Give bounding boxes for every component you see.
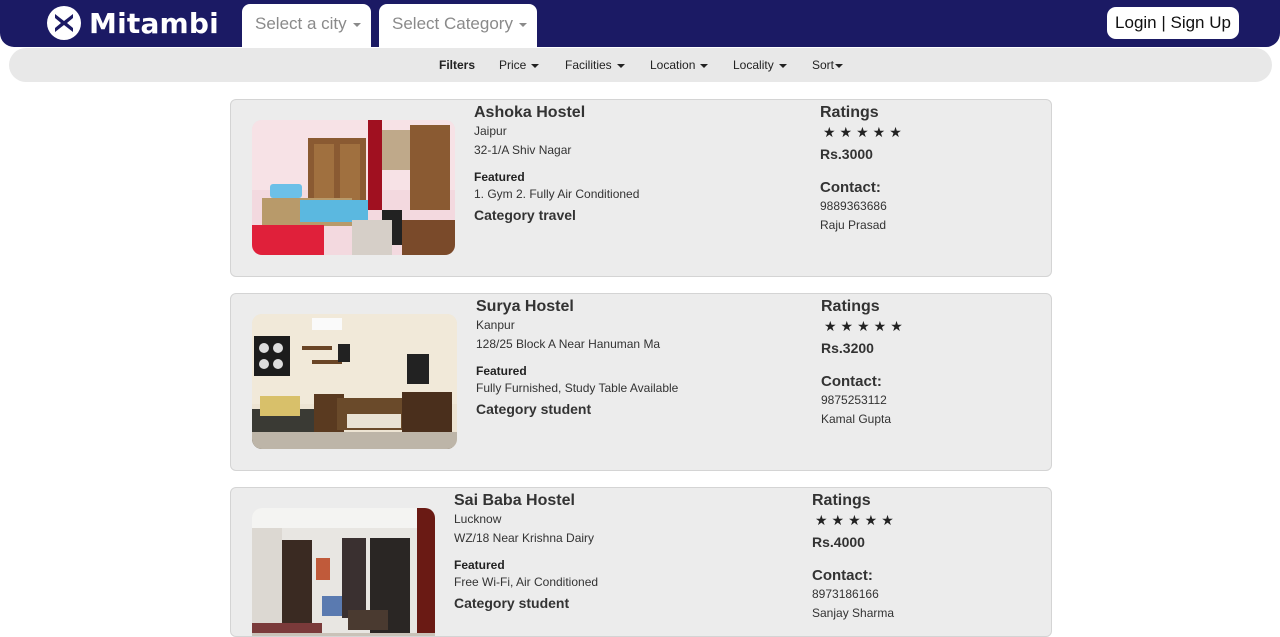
listing-name[interactable]: Surya Hostel (476, 299, 678, 315)
listing-price: Rs.3000 (820, 146, 873, 162)
contact-name: Sanjay Sharma (812, 606, 895, 620)
chevron-down-icon (835, 63, 844, 68)
listing-city: Lucknow (454, 512, 502, 526)
filter-location-label: Location (650, 58, 696, 72)
listing-address: 32-1/A Shiv Nagar (474, 143, 572, 157)
listing-features: Fully Furnished, Study Table Available (476, 381, 679, 395)
listing-photo[interactable] (252, 120, 455, 255)
header-bar: Mitambi Select a city Select Category Lo… (0, 0, 1280, 47)
listing-features: 1. Gym 2. Fully Air Conditioned (474, 187, 640, 201)
listing-city: Kanpur (476, 318, 515, 332)
filter-locality-dropdown[interactable]: Locality (733, 58, 787, 72)
listing-meta: Ratings ★★★★★ Rs.3000 Contact: 988936368… (820, 104, 906, 233)
featured-label: Featured (454, 558, 505, 572)
listing-meta: Ratings ★★★★★ Rs.3200 Contact: 987525311… (821, 298, 907, 427)
listing-category: Category travel (474, 207, 576, 223)
category-select[interactable]: Select Category (379, 4, 537, 47)
hostel-room-photo-icon (252, 120, 455, 255)
listing-card[interactable]: Ashoka Hostel Jaipur 32-1/A Shiv Nagar F… (230, 99, 1052, 277)
filter-sort-dropdown[interactable]: Sort (812, 58, 844, 72)
listing-features: Free Wi-Fi, Air Conditioned (454, 575, 599, 589)
star-rating-icon: ★★★★★ (823, 124, 906, 140)
filter-sort-label: Sort (812, 58, 835, 72)
filters-title: Filters (439, 58, 476, 72)
category-select-label: Select Category (392, 14, 513, 33)
chevron-down-icon (518, 22, 527, 27)
listing-name[interactable]: Ashoka Hostel (474, 105, 639, 121)
brand-logo[interactable]: Mitambi (46, 4, 219, 42)
mitambi-logo-icon (47, 6, 81, 40)
listing-photo[interactable] (252, 314, 457, 449)
filter-facilities-label: Facilities (565, 58, 612, 72)
hostel-room-photo-icon (252, 314, 457, 449)
featured-label: Featured (474, 170, 525, 184)
contact-phone[interactable]: 8973186166 (812, 587, 898, 601)
star-rating-icon: ★★★★★ (824, 318, 907, 334)
listing-meta: Ratings ★★★★★ Rs.4000 Contact: 897318616… (812, 492, 898, 621)
listing-name[interactable]: Sai Baba Hostel (454, 493, 598, 509)
brand-name: Mitambi (89, 6, 219, 40)
city-select-label: Select a city (255, 14, 347, 33)
ratings-label: Ratings (812, 492, 871, 509)
contact-phone[interactable]: 9889363686 (820, 199, 906, 213)
hostel-room-photo-icon (252, 508, 435, 636)
star-rating-icon: ★★★★★ (815, 512, 898, 528)
listing-category: Category student (454, 595, 570, 611)
listing-price: Rs.3200 (821, 340, 874, 356)
listing-card[interactable]: Sai Baba Hostel Lucknow WZ/18 Near Krish… (230, 487, 1052, 637)
listing-info: Sai Baba Hostel Lucknow WZ/18 Near Krish… (454, 492, 599, 612)
listing-price: Rs.4000 (812, 534, 865, 550)
listing-info: Surya Hostel Kanpur 128/25 Block A Near … (476, 298, 679, 418)
chevron-down-icon (616, 63, 625, 68)
contact-name: Raju Prasad (820, 218, 887, 232)
chevron-down-icon (531, 63, 540, 68)
filter-facilities-dropdown[interactable]: Facilities (565, 58, 625, 72)
featured-label: Featured (476, 364, 527, 378)
contact-label: Contact: (821, 373, 882, 390)
listing-address: WZ/18 Near Krishna Dairy (454, 531, 595, 545)
chevron-down-icon (700, 63, 709, 68)
filter-location-dropdown[interactable]: Location (650, 58, 709, 72)
ratings-label: Ratings (820, 104, 879, 121)
contact-phone[interactable]: 9875253112 (821, 393, 907, 407)
city-select[interactable]: Select a city (242, 4, 371, 47)
filter-price-label: Price (499, 58, 527, 72)
listing-info: Ashoka Hostel Jaipur 32-1/A Shiv Nagar F… (474, 104, 640, 224)
filter-price-dropdown[interactable]: Price (499, 58, 540, 72)
listing-city: Jaipur (474, 124, 507, 138)
listing-address: 128/25 Block A Near Hanuman Ma (476, 337, 661, 351)
filter-bar: Filters Price Facilities Location Locali… (9, 48, 1272, 82)
ratings-label: Ratings (821, 298, 880, 315)
listing-category: Category student (476, 401, 592, 417)
contact-label: Contact: (812, 567, 873, 584)
contact-name: Kamal Gupta (821, 412, 892, 426)
listing-photo[interactable] (252, 508, 435, 636)
chevron-down-icon (778, 63, 787, 68)
listing-card[interactable]: Surya Hostel Kanpur 128/25 Block A Near … (230, 293, 1052, 471)
filter-locality-label: Locality (733, 58, 774, 72)
contact-label: Contact: (820, 179, 881, 196)
login-signup-button[interactable]: Login | Sign Up (1107, 7, 1239, 39)
chevron-down-icon (352, 22, 361, 27)
